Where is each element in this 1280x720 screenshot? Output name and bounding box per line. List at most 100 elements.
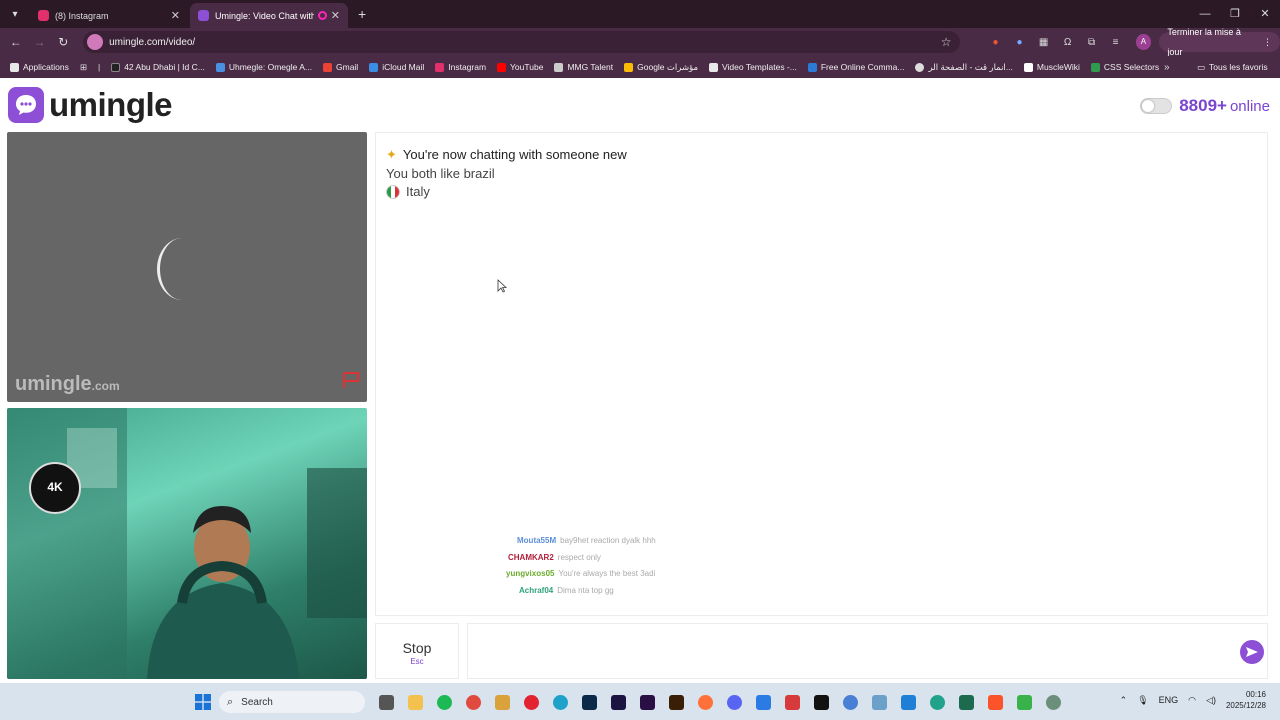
app-icon[interactable]	[778, 692, 807, 712]
theme-toggle[interactable]	[1140, 98, 1173, 114]
bookmark-item[interactable]: MuscleWiki	[1023, 62, 1080, 72]
close-tab-icon[interactable]: ✕	[331, 9, 340, 22]
bookmark-label: MMG Talent	[567, 62, 614, 72]
extension-icon[interactable]: ▦	[1032, 37, 1056, 48]
bookmark-item[interactable]: 42 Abu Dhabi | Id C...	[111, 62, 205, 72]
spotify-icon[interactable]	[430, 692, 459, 712]
address-bar[interactable]: umingle.com/video/ ☆	[83, 31, 960, 53]
app-icon[interactable]	[836, 692, 865, 712]
search-icon: ⌕	[227, 695, 234, 708]
forward-button[interactable]: →	[28, 35, 52, 49]
windows-start-icon[interactable]	[195, 694, 211, 710]
app-icon[interactable]	[1039, 692, 1068, 712]
watermark-suffix: .com	[91, 379, 120, 393]
volume-icon[interactable]: ◁)	[1206, 695, 1216, 706]
tab-instagram[interactable]: (8) Instagram ✕	[30, 3, 188, 28]
tab-label: (8) Instagram	[55, 10, 109, 21]
stream-chat-row: Mouta55M bay9het reaction dyalk hhh	[506, 533, 656, 550]
bookmark-item[interactable]: Video Templates -...	[709, 62, 797, 72]
app-icon[interactable]	[1010, 692, 1039, 712]
app-icon[interactable]	[749, 692, 778, 712]
bookmark-label: iCloud Mail	[382, 62, 425, 72]
stop-shortcut: Esc	[410, 657, 424, 666]
file-explorer-icon[interactable]	[401, 692, 430, 712]
profile-avatar[interactable]: A	[1135, 34, 1152, 50]
bookmark-item[interactable]: انمار قت - الصفحة الر...	[915, 62, 1013, 73]
bookmark-item[interactable]: iCloud Mail	[369, 62, 424, 72]
extension-icon[interactable]: Ω	[1056, 37, 1080, 48]
app-icon[interactable]	[865, 692, 894, 712]
clock-date: 2025/12/28	[1225, 701, 1266, 710]
extension-icon[interactable]: ●	[1008, 37, 1032, 48]
illustrator-icon[interactable]	[662, 692, 691, 712]
all-bookmarks-folder[interactable]: ▭ Tous les favoris	[1197, 62, 1268, 73]
stop-button[interactable]: Stop Esc	[375, 623, 459, 679]
reload-button[interactable]: ↻	[51, 35, 75, 49]
extension-icon[interactable]: ●	[984, 37, 1008, 48]
stream-chat-user: yungvixos05	[506, 569, 555, 578]
chrome-icon[interactable]	[459, 692, 488, 712]
opera-icon[interactable]	[517, 692, 546, 712]
stream-chat-text: You're always the best 3adi	[558, 569, 656, 578]
new-tab-button[interactable]: +	[358, 6, 366, 22]
edge-icon[interactable]	[546, 692, 575, 712]
url-text[interactable]: umingle.com/video/	[109, 37, 941, 48]
report-flag-icon[interactable]	[341, 371, 361, 394]
bookmark-label: Gmail	[336, 62, 359, 72]
bookmark-label: Instagram	[448, 62, 487, 72]
site-info-icon[interactable]	[87, 34, 104, 50]
system-message-text: You're now chatting with someone new	[402, 147, 627, 162]
bookmark-item[interactable]: CSS Selectors	[1090, 62, 1160, 72]
video-watermark: umingle.com	[15, 373, 120, 396]
message-input[interactable]	[467, 623, 1268, 679]
bookmark-item[interactable]: Uhmegle: Omegle A...	[215, 62, 312, 72]
vscode-icon[interactable]	[894, 692, 923, 712]
bookmark-item[interactable]: Google مؤشرات	[624, 62, 698, 73]
system-tray: ⌃ 🎙 ENG ◠ ◁) 00:16 2025/12/28	[1120, 689, 1266, 711]
bookmark-label: CSS Selectors	[1103, 62, 1160, 72]
microphone-icon[interactable]: 🎙	[1137, 695, 1148, 706]
task-view-icon[interactable]	[372, 692, 401, 712]
premiere-icon[interactable]	[633, 692, 662, 712]
send-button[interactable]	[1240, 640, 1264, 664]
bookmark-label: MuscleWiki	[1036, 62, 1080, 72]
bookmark-star-icon[interactable]: ☆	[941, 35, 952, 49]
app-icon[interactable]	[923, 692, 952, 712]
firefox-icon[interactable]	[691, 692, 720, 712]
umingle-page: umingle 8809+ online umingle.com 4K ✦ You	[0, 78, 1280, 683]
apps-grid-icon[interactable]: ⊞	[80, 62, 87, 73]
stream-chat-user: Achraf04	[519, 585, 554, 595]
wifi-icon[interactable]: ◠	[1188, 695, 1196, 706]
site-logo[interactable]: umingle	[8, 86, 173, 124]
more-bookmarks-icon[interactable]: »	[1164, 62, 1170, 73]
bookmark-item[interactable]: Applications	[10, 62, 69, 72]
tab-umingle[interactable]: Umingle: Video Chat with S ✕	[190, 3, 348, 28]
brave-icon[interactable]	[981, 692, 1010, 712]
clock[interactable]: 00:16 2025/12/28	[1226, 689, 1266, 711]
discord-icon[interactable]	[720, 692, 749, 712]
app-icon[interactable]	[488, 692, 517, 712]
bookmark-item[interactable]: Gmail	[323, 62, 358, 72]
tab-search-icon[interactable]: ▾	[4, 3, 26, 25]
chevron-up-icon[interactable]: ⌃	[1120, 695, 1128, 706]
back-button[interactable]: ←	[4, 35, 28, 49]
taskbar-search[interactable]: ⌕ Search	[219, 691, 365, 713]
extensions-puzzle-icon[interactable]: ⧉	[1080, 37, 1104, 48]
language-indicator[interactable]: ENG	[1159, 695, 1179, 705]
stream-chat-row: CHAMKAR2 respect only	[506, 550, 656, 567]
photoshop-icon[interactable]	[575, 692, 604, 712]
app-icon[interactable]	[952, 692, 981, 712]
online-indicator: 8809+ online	[1140, 96, 1270, 116]
netflix-icon[interactable]	[807, 692, 836, 712]
media-icon[interactable]: ≡	[1104, 37, 1128, 48]
bookmark-item[interactable]: Instagram	[435, 62, 486, 72]
bookmark-item[interactable]: YouTube	[497, 62, 543, 72]
bookmark-item[interactable]: Free Online Comma...	[807, 62, 904, 72]
bookmark-item[interactable]: MMG Talent	[554, 62, 613, 72]
close-tab-icon[interactable]: ✕	[171, 9, 180, 22]
after-effects-icon[interactable]	[604, 692, 633, 712]
country-message: Italy	[386, 184, 430, 199]
update-button[interactable]: Terminer la mise à jour ⋮	[1159, 27, 1280, 57]
send-icon	[1246, 647, 1258, 657]
stream-chat-overlay: Mouta55M bay9het reaction dyalk hhh CHAMK…	[506, 533, 656, 599]
